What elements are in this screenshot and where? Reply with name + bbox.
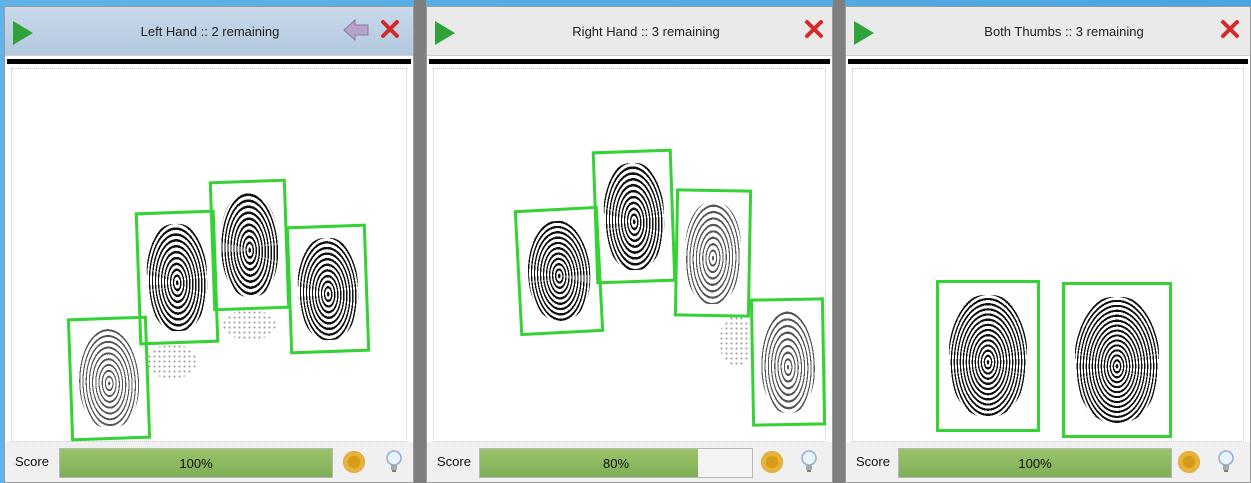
panel-title: Left Hand :: 2 remaining xyxy=(140,24,280,39)
finger-box-middle[interactable] xyxy=(208,178,291,312)
finger-box-index[interactable] xyxy=(285,223,371,355)
close-icon[interactable] xyxy=(803,18,825,40)
finger-box-middle[interactable] xyxy=(591,148,677,285)
capture-panel-right-hand: Right Hand :: 3 remaining Score 80% xyxy=(426,6,833,483)
fingerprint-image xyxy=(684,201,742,305)
fingerprint-image xyxy=(525,219,593,323)
fingerprint-image xyxy=(759,310,817,414)
lightbulb-icon[interactable] xyxy=(800,450,818,474)
gear-icon[interactable] xyxy=(1178,451,1200,473)
panel-divider xyxy=(414,0,426,483)
fingerprint-canvas xyxy=(848,59,1248,451)
fingerprint-canvas xyxy=(429,59,830,451)
smudge xyxy=(147,344,197,379)
play-icon[interactable] xyxy=(854,21,874,45)
back-arrow-icon[interactable] xyxy=(343,18,369,42)
panel-title-bar: Both Thumbs :: 3 remaining xyxy=(846,7,1250,56)
fingerprint-image xyxy=(602,162,666,271)
panel-title: Right Hand :: 3 remaining xyxy=(572,24,720,39)
panel-title-bar: Right Hand :: 3 remaining xyxy=(427,7,832,56)
score-label: Score xyxy=(437,454,471,469)
score-label: Score xyxy=(856,454,890,469)
score-footer: Score 100% xyxy=(5,442,413,482)
panel-divider xyxy=(833,0,845,483)
fingerprint-image xyxy=(77,328,141,429)
score-value: 100% xyxy=(1018,456,1052,471)
panel-title: Both Thumbs :: 3 remaining xyxy=(984,24,1144,39)
finger-box-right-thumb[interactable] xyxy=(1062,282,1172,438)
score-value: 100% xyxy=(179,456,213,471)
finger-box-ring[interactable] xyxy=(134,209,220,346)
score-label: Score xyxy=(15,454,49,469)
panel-title-bar: Left Hand :: 2 remaining xyxy=(5,7,413,56)
score-progress-bar[interactable]: 80% xyxy=(479,448,753,478)
fingerprint-canvas xyxy=(7,59,411,451)
finger-box-index[interactable] xyxy=(513,205,605,337)
lightbulb-icon[interactable] xyxy=(1217,450,1235,474)
lightbulb-icon[interactable] xyxy=(385,450,403,474)
smudge xyxy=(222,310,277,340)
finger-box-ring[interactable] xyxy=(673,188,753,318)
fingerprint-image xyxy=(145,223,209,332)
fingerprint-image xyxy=(948,294,1028,418)
score-value: 80% xyxy=(602,456,630,471)
smudge xyxy=(719,316,754,366)
score-footer: Score 80% xyxy=(427,442,832,482)
score-footer: Score 100% xyxy=(846,442,1250,482)
capture-panel-left-hand: Left Hand :: 2 remaining Score 100% xyxy=(4,6,414,483)
close-icon[interactable] xyxy=(1219,18,1241,40)
gear-icon[interactable] xyxy=(761,451,783,473)
play-icon[interactable] xyxy=(13,21,33,45)
score-progress-bar[interactable]: 100% xyxy=(898,448,1172,478)
score-progress-bar[interactable]: 100% xyxy=(59,448,333,478)
canvas-guide xyxy=(852,68,1244,442)
finger-box-left-thumb[interactable] xyxy=(936,280,1040,432)
fingerprint-image xyxy=(219,191,280,299)
finger-box-little[interactable] xyxy=(749,297,827,427)
play-icon[interactable] xyxy=(435,21,455,45)
close-icon[interactable] xyxy=(379,18,401,40)
fingerprint-image xyxy=(296,236,360,342)
capture-panel-both-thumbs: Both Thumbs :: 3 remaining Score 100% xyxy=(845,6,1251,483)
gear-icon[interactable] xyxy=(343,451,365,473)
fingerprint-image xyxy=(1075,297,1159,423)
